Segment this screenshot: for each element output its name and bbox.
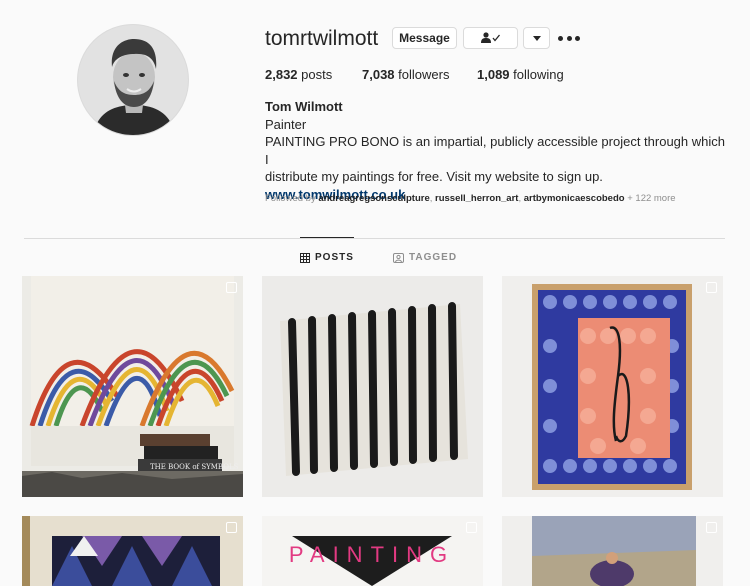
multi-post-icon — [706, 282, 717, 293]
profile-options-dropdown-button[interactable] — [523, 27, 550, 49]
more-dots-icon[interactable] — [558, 30, 580, 46]
post-triangle-pattern[interactable] — [22, 516, 243, 586]
multi-post-icon — [226, 522, 237, 533]
chevron-down-icon — [532, 35, 541, 41]
multi-post-icon — [706, 522, 717, 533]
tab-tagged[interactable]: TAGGED — [393, 252, 457, 263]
post-landscape-figure[interactable] — [502, 516, 723, 586]
tab-posts[interactable]: POSTS — [300, 237, 354, 263]
following-button[interactable] — [463, 27, 518, 49]
message-button[interactable]: Message — [392, 27, 457, 49]
post-black-stripes[interactable] — [262, 276, 483, 497]
tagged-icon — [393, 252, 404, 263]
person-check-icon — [480, 32, 500, 43]
posts-count: 2,832 posts — [265, 67, 333, 82]
post-rainbow-arches[interactable]: THE BOOK of SYMBOLS — [22, 276, 243, 497]
full-name: Tom Wilmott — [265, 99, 343, 114]
followed-by[interactable]: Followed by andreagregsonsculpture, russ… — [265, 193, 676, 204]
profile-username: tomrtwilmott — [265, 27, 379, 50]
following-link[interactable]: 1,089 following — [477, 67, 564, 83]
profile-category: Painter — [265, 116, 307, 132]
profile-avatar[interactable] — [77, 24, 189, 136]
post-blue-pattern-panel[interactable] — [502, 276, 723, 497]
followers-link[interactable]: 7,038 followers — [362, 67, 449, 83]
book-title: THE BOOK of SYMBOLS — [150, 463, 239, 471]
post-painting-word[interactable]: PAINTING — [262, 516, 483, 586]
multi-post-icon — [226, 282, 237, 293]
bio-line-1: PAINTING PRO BONO is an impartial, publi… — [265, 134, 725, 167]
painting-word: PAINTING — [289, 542, 455, 567]
grid-icon — [300, 252, 310, 263]
tabs-divider — [24, 238, 725, 239]
profile-bio: Tom Wilmott Painter PAINTING PRO BONO is… — [265, 98, 730, 203]
bio-line-2: distribute my paintings for free. Visit … — [265, 169, 603, 184]
multi-post-icon — [466, 522, 477, 533]
